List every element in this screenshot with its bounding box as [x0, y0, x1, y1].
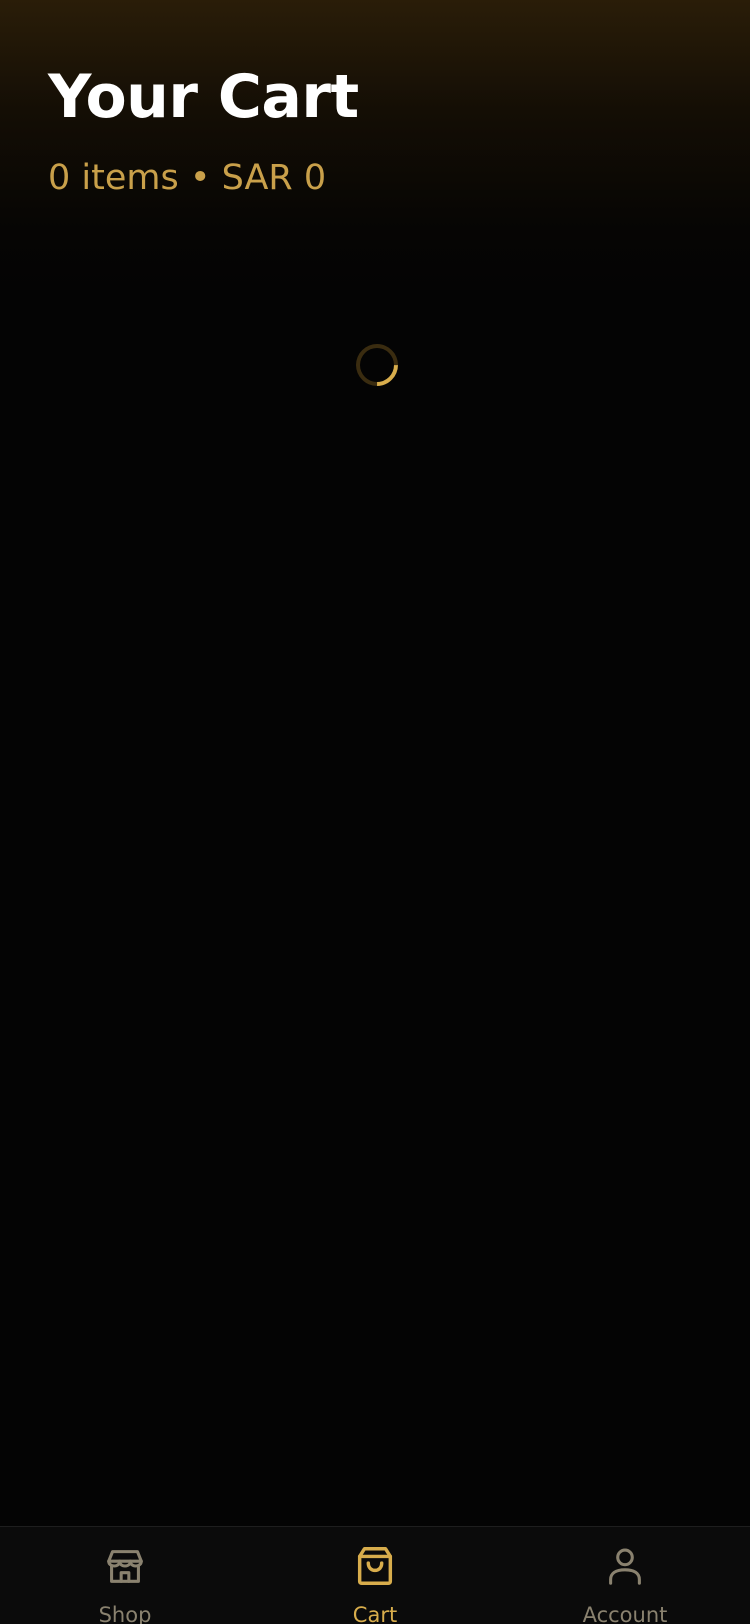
bottom-tab-bar: Shop Cart Account [0, 1526, 750, 1624]
tab-shop[interactable]: Shop [0, 1527, 250, 1624]
tab-cart-label: Cart [352, 1603, 398, 1624]
tab-shop-label: Shop [98, 1603, 152, 1624]
loading-spinner-icon [347, 335, 407, 395]
cart-summary: 0 items • SAR 0 [48, 158, 327, 198]
shopping-bag-icon [357, 1547, 393, 1585]
person-icon [609, 1548, 641, 1585]
storefront-icon [107, 1550, 143, 1583]
page-title: Your Cart [48, 62, 359, 132]
tab-cart[interactable]: Cart [250, 1527, 500, 1624]
tab-account[interactable]: Account [500, 1527, 750, 1624]
tab-account-label: Account [582, 1603, 668, 1624]
